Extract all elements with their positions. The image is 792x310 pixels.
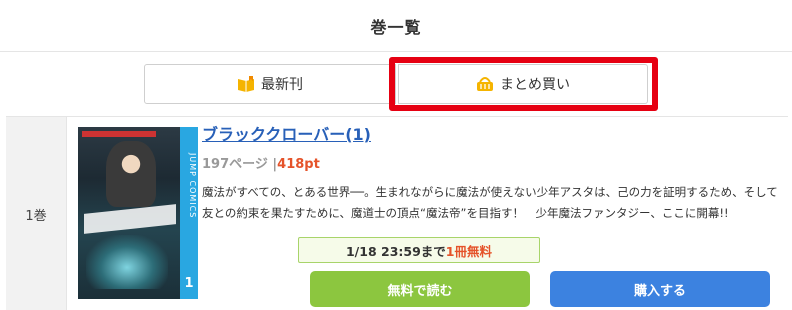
book-info: ブラッククローバー(1) 197ページ |418pt 魔法がすべての、とある世界… <box>202 121 782 224</box>
divider <box>66 117 67 310</box>
cover-glow <box>86 235 168 289</box>
tab-bulk-buy[interactable]: まとめ買い <box>398 64 648 104</box>
price-points: 418pt <box>277 157 320 172</box>
tab-latest[interactable]: 最新刊 <box>144 64 396 104</box>
cover-figure <box>106 141 156 207</box>
page-header: 巻一覧 <box>0 0 792 52</box>
cover-logo <box>84 204 176 234</box>
tab-latest-label: 最新刊 <box>261 77 303 93</box>
volume-number-label: 1巻 <box>25 208 47 224</box>
cover-spine-number: 1 <box>184 276 194 291</box>
free-count: 1冊無料 <box>445 243 492 259</box>
book-meta: 197ページ |418pt <box>202 153 782 172</box>
cover-top-strip <box>82 131 156 137</box>
page-title: 巻一覧 <box>370 17 422 37</box>
free-deadline: 1/18 23:59まで <box>345 243 446 259</box>
page-count: 197ページ <box>202 157 268 172</box>
book-title-link[interactable]: ブラッククローバー(1) <box>202 121 782 145</box>
new-book-icon <box>237 76 255 92</box>
cover-spine-text: JUMP COMICS <box>188 153 197 219</box>
free-campaign-badge: 1/18 23:59まで 1冊無料 <box>298 237 540 263</box>
buy-button[interactable]: 購入する <box>550 271 770 307</box>
tab-bar: 最新刊 まとめ買い <box>0 52 792 116</box>
basket-icon <box>476 76 494 92</box>
volume-number-cell: 1巻 <box>6 117 66 310</box>
book-description: 魔法がすべての、とある世界──。生まれながらに魔法が使えない少年アスタは、己の力… <box>202 185 778 220</box>
book-cover-image[interactable]: JUMP COMICS 1 <box>78 127 198 299</box>
tab-bulk-label: まとめ買い <box>500 77 570 93</box>
read-free-button[interactable]: 無料で読む <box>310 271 530 307</box>
